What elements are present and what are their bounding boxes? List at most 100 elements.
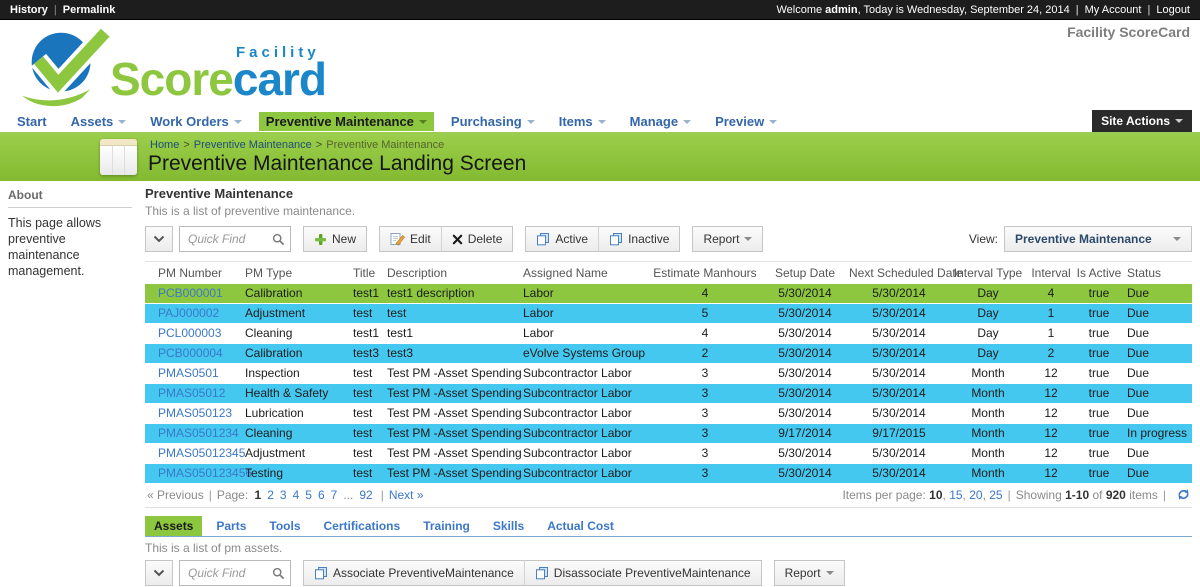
pm-number-link[interactable]: PAJ000002 (158, 306, 219, 320)
scorecard-logo-text[interactable]: Scorecard (110, 54, 326, 104)
nav-item-start[interactable]: Start (10, 112, 54, 131)
column-header-next-scheduled-date[interactable]: Next Scheduled Date (849, 262, 949, 284)
tab-skills[interactable]: Skills (484, 516, 533, 536)
chevron-down-icon (1175, 119, 1183, 123)
report-button[interactable]: Report (692, 226, 763, 252)
page-link-4[interactable]: 4 (293, 488, 300, 502)
section-title: Preventive Maintenance (145, 186, 1192, 201)
username: admin (825, 4, 857, 16)
toolbar-dropdown-button[interactable] (145, 226, 173, 252)
page-banner: Home>Preventive Maintenance>Preventive M… (0, 134, 1200, 181)
page-link-92[interactable]: 92 (359, 488, 372, 502)
table-row[interactable]: PMAS05012Health & SafetytestTest PM -Ass… (145, 383, 1192, 403)
edit-button[interactable]: Edit (379, 226, 442, 252)
tab-actual-cost[interactable]: Actual Cost (538, 516, 623, 536)
table-row[interactable]: PCL000003Cleaningtest1test1Labor45/30/20… (145, 323, 1192, 343)
pm-number-link[interactable]: PMAS05012345 (158, 446, 245, 460)
report-button[interactable]: Report (774, 560, 845, 586)
table-row[interactable]: PAJ000002AdjustmenttesttestLabor55/30/20… (145, 303, 1192, 323)
page-link-2[interactable]: 2 (267, 488, 274, 502)
tab-assets[interactable]: Assets (145, 516, 202, 536)
active-inactive-group: Active Inactive (525, 226, 680, 252)
active-button[interactable]: Active (525, 226, 599, 252)
view-dropdown[interactable]: Preventive Maintenance (1004, 226, 1192, 252)
column-header-estimate-manhours[interactable]: Estimate Manhours (649, 262, 761, 284)
pm-number-link[interactable]: PMAS050123456 (158, 466, 252, 480)
previous-button[interactable]: « Previous (147, 488, 204, 502)
table-row[interactable]: PMAS050123LubricationtestTest PM -Asset … (145, 403, 1192, 423)
nav-item-purchasing[interactable]: Purchasing (444, 112, 542, 131)
breadcrumb-item[interactable]: Home (150, 139, 179, 151)
delete-button[interactable]: Delete (441, 226, 514, 252)
page-link-6[interactable]: 6 (318, 488, 325, 502)
assets-toolbar: Associate PreventiveMaintenance Disassoc… (145, 559, 1192, 587)
nav-item-label: Items (559, 114, 593, 129)
nav-item-manage[interactable]: Manage (623, 112, 698, 131)
nav-item-label: Purchasing (451, 114, 522, 129)
site-actions-button[interactable]: Site Actions (1092, 110, 1192, 132)
page-size-current: 10 (929, 488, 942, 502)
nav-item-work-orders[interactable]: Work Orders (143, 112, 249, 131)
search-icon[interactable] (272, 567, 285, 585)
table-row[interactable]: PCB000004Calibrationtest3test3eVolve Sys… (145, 343, 1192, 363)
page-link-5[interactable]: 5 (305, 488, 312, 502)
chevron-down-icon (598, 120, 606, 124)
tab-parts[interactable]: Parts (207, 516, 255, 536)
page-link-7[interactable]: 7 (331, 488, 338, 502)
chevron-down-icon (769, 120, 777, 124)
nav-item-items[interactable]: Items (552, 112, 613, 131)
page-size-link-15[interactable]: 15 (949, 488, 962, 502)
tab-training[interactable]: Training (414, 516, 479, 536)
disassociate-button[interactable]: Disassociate PreventiveMaintenance (524, 560, 762, 586)
column-header-is-active[interactable]: Is Active (1075, 262, 1123, 284)
topbar-link-permalink[interactable]: Permalink (63, 4, 116, 16)
table-row[interactable]: PMAS050123456TestingtestTest PM -Asset S… (145, 463, 1192, 483)
pm-number-link[interactable]: PCB000001 (158, 286, 223, 300)
column-header-interval-type[interactable]: Interval Type (949, 262, 1027, 284)
column-header-description[interactable]: Description (383, 262, 519, 284)
column-header-pm-number[interactable]: PM Number (145, 262, 241, 284)
page-header: Scorecard Facility Facility ScoreCard (0, 20, 1200, 110)
pm-number-link[interactable]: PMAS0501234 (158, 426, 239, 440)
topbar-link-logout[interactable]: Logout (1156, 4, 1190, 16)
column-header-interval[interactable]: Interval (1027, 262, 1075, 284)
nav-item-preventive-maintenance[interactable]: Preventive Maintenance (259, 112, 434, 131)
column-header-pm-type[interactable]: PM Type (241, 262, 349, 284)
column-header-assigned-name[interactable]: Assigned Name (519, 262, 649, 284)
table-row[interactable]: PMAS05012345AdjustmenttestTest PM -Asset… (145, 443, 1192, 463)
inactive-button[interactable]: Inactive (598, 226, 680, 252)
refresh-icon[interactable] (1177, 488, 1190, 501)
table-row[interactable]: PCB000001Calibrationtest1test1 descripti… (145, 284, 1192, 304)
pm-number-link[interactable]: PMAS05012 (158, 386, 225, 400)
nav-item-label: Start (17, 114, 47, 129)
next-button[interactable]: Next » (389, 488, 424, 502)
pm-number-link[interactable]: PCB000004 (158, 346, 223, 360)
pm-number-link[interactable]: PMAS050123 (158, 406, 232, 420)
associate-button[interactable]: Associate PreventiveMaintenance (303, 560, 525, 586)
page-size-link-25[interactable]: 25 (989, 488, 1002, 502)
column-header-setup-date[interactable]: Setup Date (761, 262, 849, 284)
toolbar-dropdown-button[interactable] (145, 560, 173, 586)
nav-item-preview[interactable]: Preview (708, 112, 784, 131)
topbar-link-history[interactable]: History (10, 4, 48, 16)
table-row[interactable]: PMAS0501InspectiontestTest PM -Asset Spe… (145, 363, 1192, 383)
pm-toolbar: New Edit Delete Active Inactive Report (145, 225, 1192, 253)
search-icon[interactable] (272, 233, 285, 251)
pm-number-link[interactable]: PMAS0501 (158, 366, 219, 380)
new-button[interactable]: New (303, 226, 367, 252)
page-icon (100, 139, 137, 175)
topbar-link-my-account[interactable]: My Account (1085, 4, 1142, 16)
tab-certifications[interactable]: Certifications (315, 516, 410, 536)
page-label: Page: (217, 488, 252, 502)
breadcrumb-item[interactable]: Preventive Maintenance (194, 139, 312, 151)
page-size-link-20[interactable]: 20 (969, 488, 982, 502)
pm-number-link[interactable]: PCL000003 (158, 326, 221, 340)
column-header-title[interactable]: Title (349, 262, 383, 284)
tab-tools[interactable]: Tools (260, 516, 309, 536)
column-header-status[interactable]: Status (1123, 262, 1192, 284)
page-link-3[interactable]: 3 (280, 488, 287, 502)
table-row[interactable]: PMAS0501234CleaningtestTest PM -Asset Sp… (145, 423, 1192, 443)
chevron-down-icon (1173, 237, 1181, 241)
nav-item-assets[interactable]: Assets (64, 112, 134, 131)
view-label: View: (969, 232, 998, 246)
